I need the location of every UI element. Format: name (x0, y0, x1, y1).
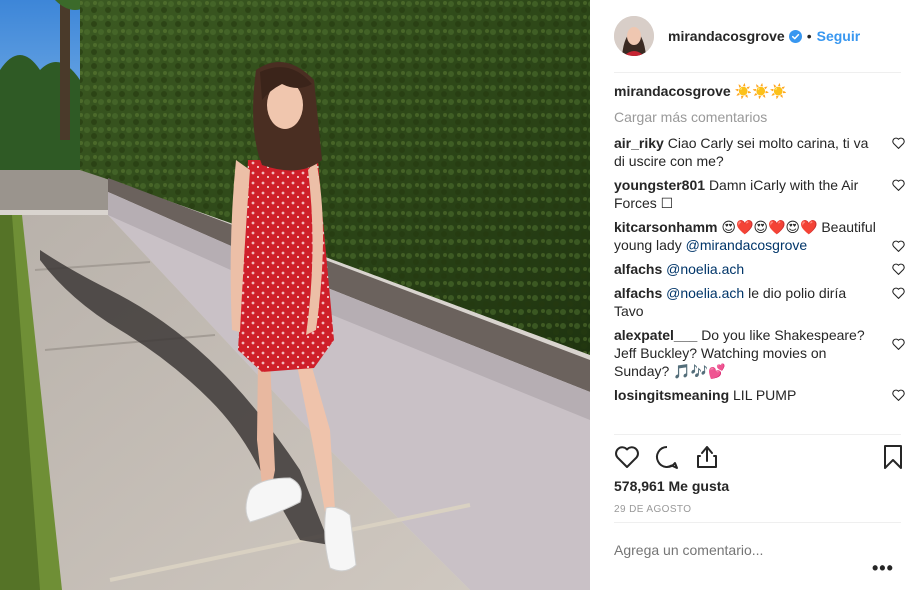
avatar[interactable] (614, 16, 654, 56)
comment-username[interactable]: kitcarsonhamm (614, 219, 717, 235)
comment-mention[interactable]: @mirandacosgrove (686, 237, 808, 253)
comment-item: alexpatel___ Do you like Shakespeare? Je… (614, 326, 905, 380)
comments-list[interactable]: mirandacosgrove ☀️☀️☀️ Cargar más coment… (614, 82, 905, 434)
heart-icon[interactable] (892, 179, 905, 191)
caption: mirandacosgrove ☀️☀️☀️ (614, 82, 905, 100)
comment-item: alfachs @noelia.ach le dio polio diría T… (614, 284, 905, 320)
add-comment-input[interactable] (614, 542, 844, 558)
post-date[interactable]: 29 DE AGOSTO (614, 504, 691, 515)
verified-badge-icon (788, 29, 802, 43)
likes-count[interactable]: 578,961 Me gusta (614, 478, 729, 494)
comment-mention[interactable]: @noelia.ach (666, 285, 744, 301)
heart-icon[interactable] (892, 389, 905, 401)
comment-item: kitcarsonhamm 😍❤️😍❤️😍❤️ Beautiful young … (614, 218, 905, 254)
header-separator: • (806, 28, 812, 44)
comment-mention[interactable]: @noelia.ach (666, 261, 744, 277)
post-sidebar: mirandacosgrove • Seguir mirandacosgrove… (590, 0, 915, 590)
follow-button[interactable]: Seguir (817, 28, 861, 44)
post-image (0, 0, 590, 590)
comment-item: youngster801 Damn iCarly with the Air Fo… (614, 176, 905, 212)
more-options-button[interactable]: ••• (872, 558, 894, 579)
comment-username[interactable]: alfachs (614, 285, 662, 301)
bookmark-icon[interactable] (880, 444, 906, 470)
comment-item: alfachs @noelia.ach (614, 260, 905, 278)
heart-icon[interactable] (892, 263, 905, 275)
comment-item: air_riky Ciao Carly sei molto carina, ti… (614, 134, 905, 170)
comment-text: LIL PUMP (733, 387, 797, 403)
load-more-comments[interactable]: Cargar más comentarios (614, 108, 905, 126)
caption-username[interactable]: mirandacosgrove (614, 83, 731, 99)
comment-item: losingitsmeaning LIL PUMP (614, 386, 905, 404)
caption-text: ☀️☀️☀️ (734, 83, 787, 99)
avatar-image (614, 16, 654, 56)
heart-icon[interactable] (892, 287, 905, 299)
like-heart-icon[interactable] (614, 444, 640, 470)
post-header: mirandacosgrove • Seguir (590, 0, 915, 72)
heart-icon[interactable] (892, 338, 905, 350)
comment-icon[interactable] (654, 444, 680, 470)
post-actions (614, 444, 904, 472)
comment-username[interactable]: youngster801 (614, 177, 705, 193)
comment-input-divider (614, 522, 901, 523)
header-divider (614, 72, 901, 73)
comment-username[interactable]: alexpatel___ (614, 327, 697, 343)
heart-icon[interactable] (892, 137, 905, 149)
post-photo[interactable] (0, 0, 590, 590)
comment-username[interactable]: losingitsmeaning (614, 387, 729, 403)
heart-icon[interactable] (892, 240, 905, 252)
actions-divider (614, 434, 901, 435)
comment-username[interactable]: alfachs (614, 261, 662, 277)
comment-username[interactable]: air_riky (614, 135, 664, 151)
share-icon[interactable] (694, 444, 720, 470)
post-author-username[interactable]: mirandacosgrove (668, 28, 785, 44)
